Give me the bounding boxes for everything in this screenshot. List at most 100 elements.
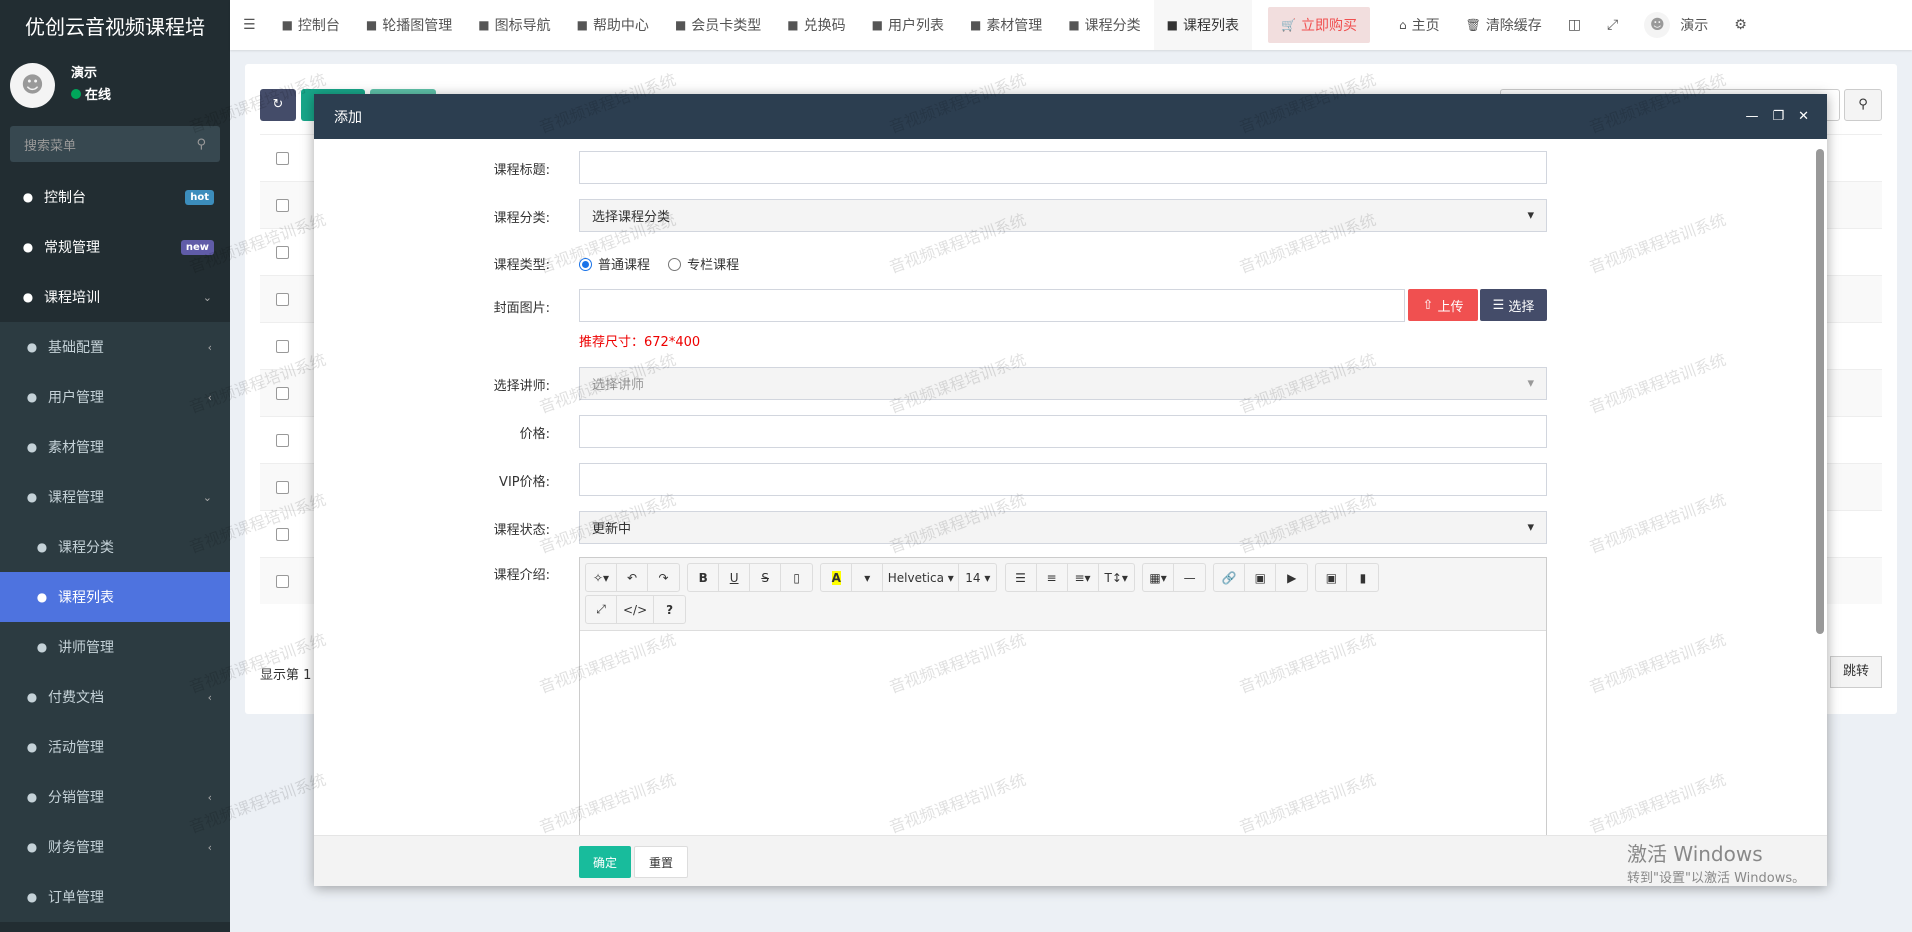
tab-3[interactable]: ■ 帮助中心 [564, 0, 662, 50]
minimize-icon[interactable]: — [1745, 109, 1758, 124]
tab-8[interactable]: ■ 课程分类 [1055, 0, 1153, 50]
sidebar-item-6[interactable]: ● 课程管理 ⌄ [0, 472, 230, 522]
radio-column-course[interactable]: 专栏课程 [668, 258, 739, 273]
refresh-button[interactable]: ↻ [260, 89, 296, 121]
close-icon[interactable]: ✕ [1798, 109, 1809, 124]
tab-0[interactable]: ■ 控制台 [269, 0, 353, 50]
sidebar-item-9[interactable]: ● 讲师管理 [0, 622, 230, 672]
status-label: 课程状态: [493, 523, 550, 538]
sidebar-item-7[interactable]: ● 课程分类 [0, 522, 230, 572]
tab-1[interactable]: ■ 轮播图管理 [353, 0, 465, 50]
row-checkbox[interactable] [276, 387, 289, 400]
underline-icon[interactable]: U [719, 564, 751, 591]
sidebar-item-2[interactable]: ● 课程培训 ⌄ [0, 272, 230, 322]
maximize-icon[interactable]: ❐ [1772, 109, 1784, 124]
file-icon[interactable]: ▮ [1347, 564, 1378, 591]
row-checkbox[interactable] [276, 434, 289, 447]
jump-button[interactable]: 跳转 [1830, 656, 1883, 688]
row-checkbox[interactable] [276, 340, 289, 353]
tab-9[interactable]: ■ 课程列表 [1153, 0, 1252, 50]
menu-search-input[interactable]: 搜索菜单 ⚲ [10, 126, 220, 162]
tab-2[interactable]: ■ 图标导航 [465, 0, 563, 50]
rich-text-editor[interactable]: ✧▾ ↶ ↷ B U S ▯ A ▾ Helvetica ▾ 14 ▾ ☰ ≡ ≡▾ T↕▾ ▦▾ — … [579, 557, 1547, 835]
cover-hint: 推荐尺寸：672*400 [579, 335, 701, 350]
magic-icon[interactable]: ✧▾ [586, 564, 617, 591]
font-color-icon[interactable]: A [821, 564, 853, 591]
category-select[interactable]: 选择课程分类 ▾ [579, 199, 1547, 232]
sidebar-item-3[interactable]: ● 基础配置 ‹ [0, 322, 230, 372]
link-icon[interactable]: 🔗 [1214, 564, 1246, 591]
course-title-input[interactable] [579, 151, 1547, 184]
row-checkbox[interactable] [276, 246, 289, 259]
ordered-list-icon[interactable]: ≡ [1037, 564, 1068, 591]
eraser-icon[interactable]: ▯ [781, 564, 812, 591]
status-select[interactable]: 更新中 ▾ [579, 511, 1547, 544]
sidebar-item-0[interactable]: ● 控制台 hot [0, 172, 230, 222]
fullscreen-icon[interactable]: ⤢ [586, 596, 617, 623]
sidebar-item-10[interactable]: ● 付费文档 ‹ [0, 672, 230, 722]
scrollbar[interactable] [1816, 149, 1824, 634]
teacher-label: 选择讲师: [493, 379, 550, 394]
row-checkbox[interactable] [276, 199, 289, 212]
tab-5[interactable]: ■ 兑换码 [774, 0, 858, 50]
row-checkbox[interactable] [276, 481, 289, 494]
table-icon[interactable]: ▦▾ [1143, 564, 1175, 591]
sidebar-item-5[interactable]: ● 素材管理 [0, 422, 230, 472]
sidebar-item-13[interactable]: ● 财务管理 ‹ [0, 822, 230, 872]
menu-badge: hot [185, 189, 214, 205]
radio-normal-course[interactable]: 普通课程 [579, 258, 650, 273]
chevron-icon: ‹ [207, 340, 212, 354]
row-checkbox[interactable] [276, 293, 289, 306]
vip-price-input[interactable] [579, 463, 1547, 496]
font-family-select[interactable]: Helvetica ▾ [883, 564, 960, 591]
cubes-icon: ● [26, 440, 38, 454]
price-input[interactable] [579, 415, 1547, 448]
video-icon[interactable]: ▶ [1276, 564, 1307, 591]
reset-button[interactable]: 重置 [634, 846, 689, 878]
sidebar-item-1[interactable]: ● 常规管理 new [0, 222, 230, 272]
color-caret-icon[interactable]: ▾ [852, 564, 884, 591]
image-upload-icon[interactable]: ▣ [1316, 564, 1348, 591]
bullet-list-icon[interactable]: ☰ [1006, 564, 1037, 591]
line-height-icon[interactable]: T↕▾ [1099, 564, 1134, 591]
sidebar-item-11[interactable]: ● 活动管理 [0, 722, 230, 772]
row-checkbox[interactable] [276, 528, 289, 541]
menu-toggle-icon[interactable]: ☰ [230, 0, 269, 50]
home-button[interactable]: ⌂ 主页 [1386, 0, 1453, 50]
sidebar-item-14[interactable]: ● 订单管理 [0, 872, 230, 922]
code-view-icon[interactable]: </> [617, 596, 655, 623]
search-button[interactable]: ⚲ [1844, 89, 1882, 121]
font-size-select[interactable]: 14 ▾ [959, 564, 996, 591]
row-checkbox[interactable] [276, 575, 289, 588]
confirm-button[interactable]: 确定 [579, 846, 632, 878]
picture-icon[interactable]: ▣ [1245, 564, 1277, 591]
sidebar-item-4[interactable]: ● 用户管理 ‹ [0, 372, 230, 422]
pagination-info: 显示第 1 [260, 668, 312, 683]
strikethrough-icon[interactable]: S [750, 564, 782, 591]
user-menu[interactable]: ☻ 演示 [1631, 0, 1721, 50]
teacher-select[interactable]: 选择讲师 ▾ [579, 367, 1547, 400]
card-icon: ● [26, 790, 38, 804]
compass-icon: ■ [478, 18, 490, 32]
tab-6[interactable]: ■ 用户列表 [859, 0, 957, 50]
choose-button[interactable]: ☰ 选择 [1480, 289, 1547, 321]
row-checkbox[interactable] [276, 152, 289, 165]
sidebar-item-12[interactable]: ● 分销管理 ‹ [0, 772, 230, 822]
clear-cache-button[interactable]: 🗑 清除缓存 [1453, 0, 1555, 50]
upload-button[interactable]: ⇧ 上传 [1408, 289, 1478, 321]
undo-icon[interactable]: ↶ [617, 564, 648, 591]
redo-icon[interactable]: ↷ [648, 564, 679, 591]
tab-7[interactable]: ■ 素材管理 [957, 0, 1055, 50]
cover-image-input[interactable] [579, 289, 1405, 322]
help-icon[interactable]: ? [654, 596, 685, 623]
buy-now-button[interactable]: 🛒 立即购买 [1268, 7, 1370, 43]
translate-icon[interactable]: ◫ [1555, 0, 1594, 50]
tab-4[interactable]: ■ 会员卡类型 [662, 0, 774, 50]
sidebar-item-8[interactable]: ● 课程列表 [0, 572, 230, 622]
sidebar: 优创云音视频课程培 ☻ 演示 在线 搜索菜单 ⚲ ● 控制台 hot ● 常规管理 new ●… [0, 0, 230, 932]
align-icon[interactable]: ≡▾ [1068, 564, 1099, 591]
hr-icon[interactable]: — [1174, 564, 1205, 591]
bold-icon[interactable]: B [688, 564, 720, 591]
settings-icon[interactable]: ⚙ [1721, 0, 1760, 50]
fullscreen-icon[interactable]: ⤢ [1594, 0, 1631, 50]
